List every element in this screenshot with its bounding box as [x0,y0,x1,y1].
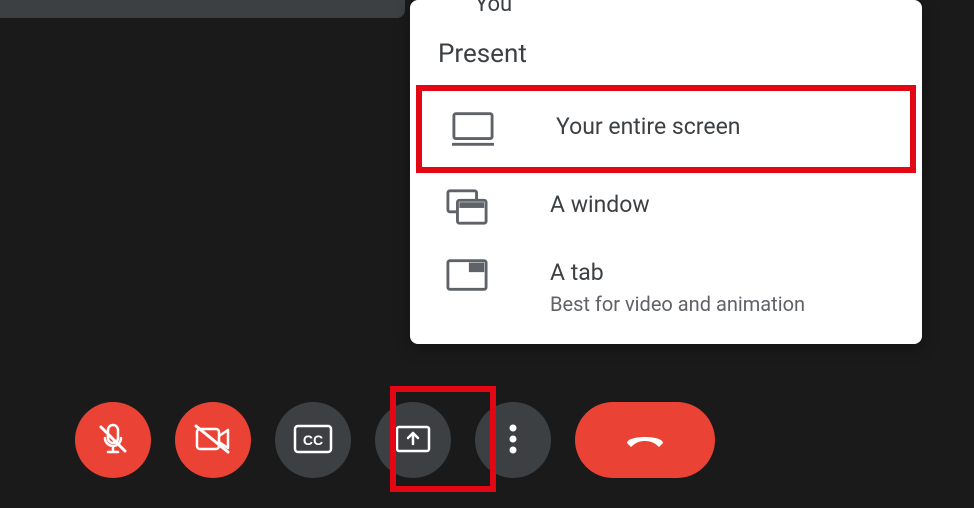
hangup-icon [623,429,667,452]
video-tile-bar [0,0,405,18]
window-stack-icon [446,191,488,223]
menu-item-label: A window [550,191,650,218]
menu-item-sublabel: Best for video and animation [550,292,805,316]
monitor-icon [452,113,494,145]
call-toolbar: CC [75,402,715,478]
camera-off-icon [194,424,232,457]
svg-text:CC: CC [303,432,323,448]
mute-button[interactable] [75,402,151,478]
captions-button[interactable]: CC [275,402,351,478]
more-options-button[interactable] [475,402,551,478]
tab-icon [446,259,488,291]
camera-off-button[interactable] [175,402,251,478]
menu-item-window[interactable]: A window [410,173,922,241]
menu-item-label: Your entire screen [556,113,740,140]
participant-label: You [410,0,922,23]
present-button[interactable] [375,402,451,478]
menu-item-entire-screen[interactable]: Your entire screen [416,85,916,173]
menu-item-label: A tab [550,259,805,286]
end-call-button[interactable] [575,402,715,478]
mic-off-icon [95,421,131,460]
present-header: Present [410,23,922,85]
present-screen-icon [394,424,432,457]
present-popup: You Present Your entire screen A window [410,0,922,344]
cc-icon: CC [293,424,333,457]
more-vertical-icon [508,423,518,458]
menu-item-tab[interactable]: A tab Best for video and animation [410,241,922,334]
